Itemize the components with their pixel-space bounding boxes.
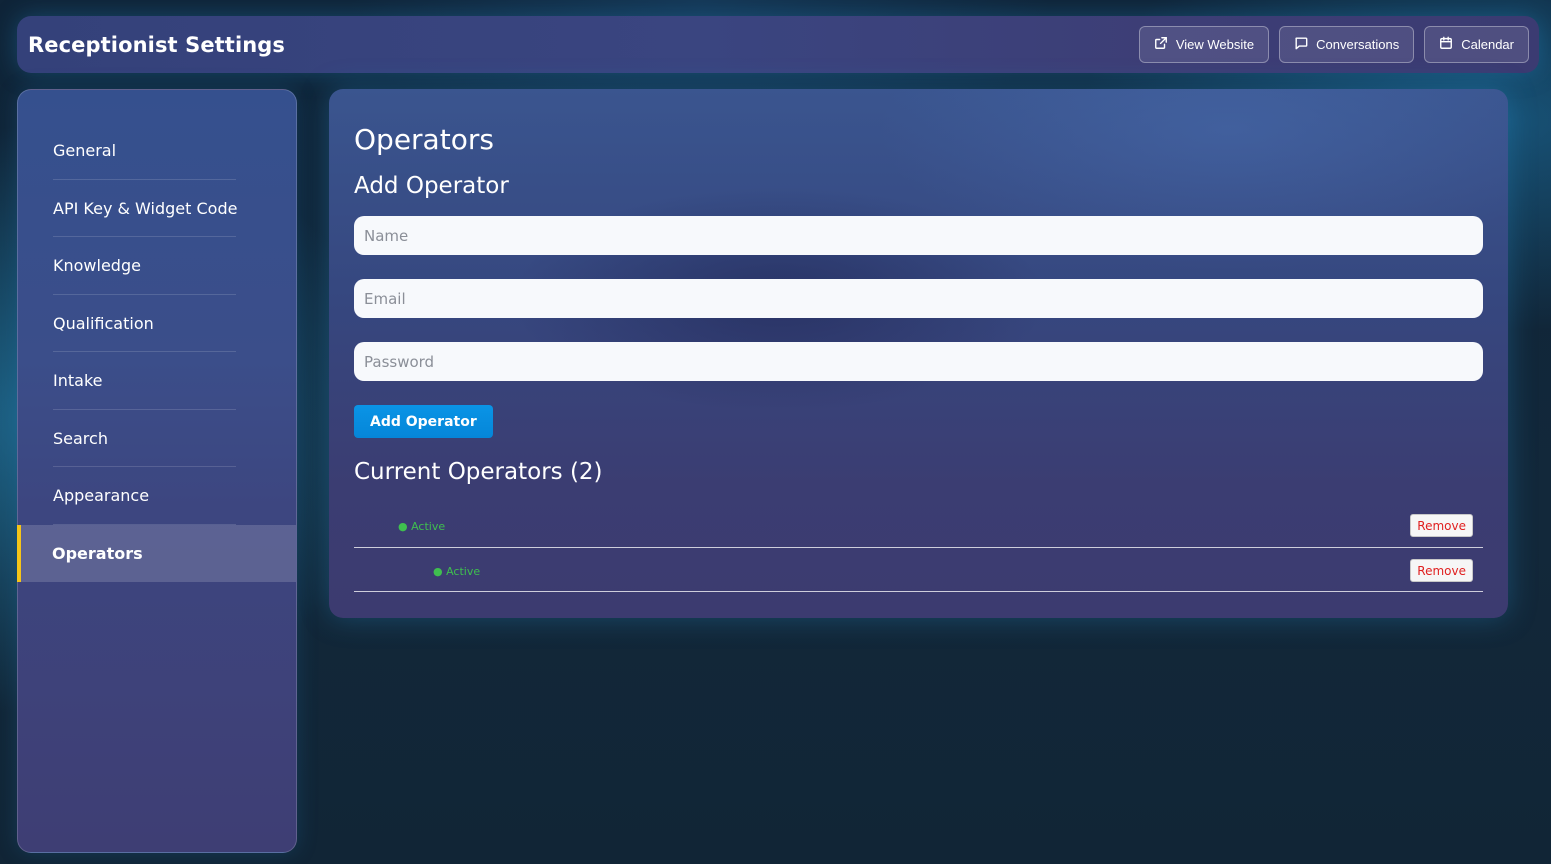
sidebar-item-operators[interactable]: Operators	[17, 524, 296, 582]
calendar-label: Calendar	[1461, 37, 1514, 52]
current-operators-heading: Current Operators (2)	[354, 459, 603, 485]
password-input[interactable]	[354, 342, 1483, 381]
top-header: Receptionist Settings View Website Conve…	[17, 16, 1539, 73]
conversations-button[interactable]: Conversations	[1279, 26, 1415, 63]
email-input[interactable]	[354, 279, 1483, 318]
sidebar-item-search[interactable]: Search	[18, 410, 296, 468]
operator-status: ● Active	[433, 565, 481, 578]
operator-status: ● Active	[398, 520, 446, 533]
sidebar-item-label: Operators	[52, 543, 143, 563]
sidebar-item-knowledge[interactable]: Knowledge	[18, 237, 296, 295]
message-icon	[1294, 36, 1308, 53]
sidebar-item-api-key[interactable]: API Key & Widget Code	[18, 180, 296, 238]
remove-operator-button[interactable]: Remove	[1410, 514, 1473, 537]
view-website-button[interactable]: View Website	[1138, 26, 1270, 63]
sidebar-item-label: General	[53, 141, 117, 161]
add-operator-button[interactable]: Add Operator	[354, 405, 493, 438]
settings-sidebar: General API Key & Widget Code Knowledge …	[17, 89, 297, 853]
view-website-label: View Website	[1175, 37, 1255, 52]
external-link-icon	[1154, 36, 1168, 53]
remove-operator-button[interactable]: Remove	[1410, 559, 1473, 582]
calendar-button[interactable]: Calendar	[1424, 26, 1529, 63]
sidebar-item-label: API Key & Widget Code	[53, 198, 238, 218]
sidebar-item-label: Search	[53, 428, 108, 448]
sidebar-item-label: Appearance	[53, 486, 150, 506]
conversations-label: Conversations	[1316, 37, 1400, 52]
operators-panel: Operators Add Operator Add Operator Curr…	[329, 89, 1508, 618]
operator-row: ● Active Remove	[354, 548, 1483, 592]
sidebar-item-label: Knowledge	[53, 256, 141, 276]
add-operator-heading: Add Operator	[354, 173, 509, 199]
app-title: Receptionist Settings	[28, 32, 286, 57]
sidebar-item-appearance[interactable]: Appearance	[18, 467, 296, 525]
name-input[interactable]	[354, 216, 1483, 255]
sidebar-item-label: Qualification	[53, 313, 154, 333]
sidebar-item-qualification[interactable]: Qualification	[18, 295, 296, 353]
calendar-icon	[1439, 36, 1453, 53]
sidebar-item-intake[interactable]: Intake	[18, 352, 296, 410]
page-title: Operators	[354, 123, 494, 156]
sidebar-item-general[interactable]: General	[18, 122, 296, 180]
header-actions: View Website Conversations Calendar	[1138, 26, 1529, 63]
sidebar-item-label: Intake	[53, 371, 103, 391]
operator-row: ● Active Remove	[354, 504, 1483, 548]
